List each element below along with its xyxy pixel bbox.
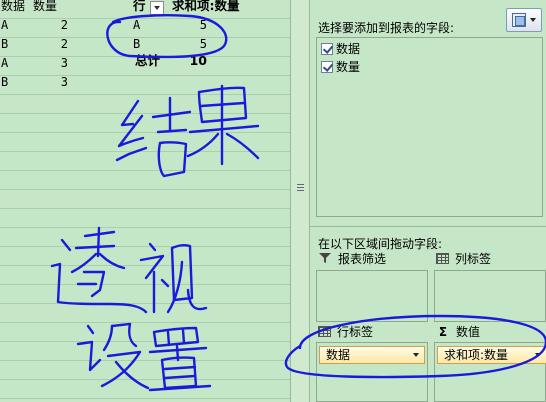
pivot-total-label[interactable]: 总计 bbox=[135, 52, 160, 70]
checkbox-checked-icon[interactable] bbox=[321, 61, 333, 73]
sigma-icon: Σ bbox=[438, 325, 448, 339]
pivot-total-value[interactable]: 10 bbox=[180, 52, 207, 70]
area-row-labels-header: 行标签 bbox=[318, 324, 373, 340]
area-row-labels-drop[interactable]: 数据 bbox=[316, 342, 428, 402]
area-values-drop[interactable]: 求和项:数量 bbox=[434, 342, 546, 402]
spreadsheet-grid[interactable]: 数据 数量 A 2 B 2 A 3 B 3 行 求和项:数量 A 5 B 5 总… bbox=[0, 0, 290, 402]
chevron-down-icon[interactable] bbox=[535, 353, 541, 357]
filter-icon bbox=[319, 253, 331, 263]
area-values-header: Σ 数值 bbox=[436, 324, 480, 340]
pivot-row-label[interactable]: A bbox=[133, 16, 140, 34]
checkbox-checked-icon[interactable] bbox=[321, 43, 333, 55]
field-item-label: 数量 bbox=[336, 60, 361, 74]
splitter-grip-icon[interactable] bbox=[297, 184, 304, 192]
value-field-chip[interactable]: 求和项:数量 bbox=[437, 346, 546, 364]
pivot-row-value[interactable]: 5 bbox=[180, 16, 207, 34]
choose-fields-label: 选择要添加到报表的字段: bbox=[318, 21, 455, 35]
field-item-label: 数据 bbox=[336, 42, 361, 56]
pane-splitter[interactable] bbox=[290, 0, 310, 402]
source-cell[interactable]: B bbox=[1, 73, 8, 91]
pivot-filter-dropdown-icon[interactable] bbox=[150, 1, 164, 15]
area-column-labels-drop[interactable] bbox=[434, 270, 546, 322]
pivot-field-list-pane: 选择要添加到报表的字段: 数据 数量 在以下区域间拖动字段: 报表筛选 列标签 … bbox=[310, 0, 546, 402]
source-cell[interactable]: 3 bbox=[40, 73, 68, 91]
value-field-label: 求和项:数量 bbox=[444, 348, 509, 362]
source-cell[interactable]: A bbox=[1, 16, 8, 34]
field-list-layout-button[interactable] bbox=[506, 8, 542, 32]
pivot-value-header[interactable]: 求和项:数量 bbox=[172, 0, 240, 15]
area-report-filter-drop[interactable] bbox=[316, 270, 428, 322]
column-labels-icon bbox=[436, 253, 449, 264]
field-item-qty[interactable]: 数量 bbox=[321, 59, 360, 75]
source-cell[interactable]: 3 bbox=[40, 54, 68, 72]
drag-fields-label: 在以下区域间拖动字段: bbox=[318, 237, 443, 251]
field-list: 数据 数量 bbox=[316, 37, 543, 217]
area-column-labels-header: 列标签 bbox=[436, 251, 491, 267]
field-item-data[interactable]: 数据 bbox=[321, 41, 360, 57]
source-cell[interactable]: 2 bbox=[40, 16, 68, 34]
chevron-down-icon[interactable] bbox=[413, 353, 419, 357]
pivot-row-label[interactable]: B bbox=[133, 35, 140, 53]
area-label: 列标签 bbox=[455, 252, 492, 266]
row-field-label: 数据 bbox=[326, 348, 351, 362]
pivot-row-header[interactable]: 行 bbox=[133, 0, 146, 15]
chevron-down-icon bbox=[530, 18, 536, 22]
area-label: 数值 bbox=[456, 325, 481, 339]
pivot-row-value[interactable]: 5 bbox=[180, 35, 207, 53]
area-label: 行标签 bbox=[337, 325, 374, 339]
row-labels-icon bbox=[318, 326, 331, 337]
row-field-chip[interactable]: 数据 bbox=[319, 346, 425, 364]
source-cell[interactable]: B bbox=[1, 35, 8, 53]
source-header-data[interactable]: 数据 bbox=[1, 0, 25, 15]
source-cell[interactable]: 2 bbox=[40, 35, 68, 53]
source-header-qty[interactable]: 数量 bbox=[33, 0, 57, 15]
layout-icon bbox=[512, 13, 526, 27]
pane-divider[interactable] bbox=[310, 226, 546, 227]
source-cell[interactable]: A bbox=[1, 54, 8, 72]
area-label: 报表筛选 bbox=[338, 252, 387, 266]
area-report-filter-header: 报表筛选 bbox=[318, 251, 386, 267]
